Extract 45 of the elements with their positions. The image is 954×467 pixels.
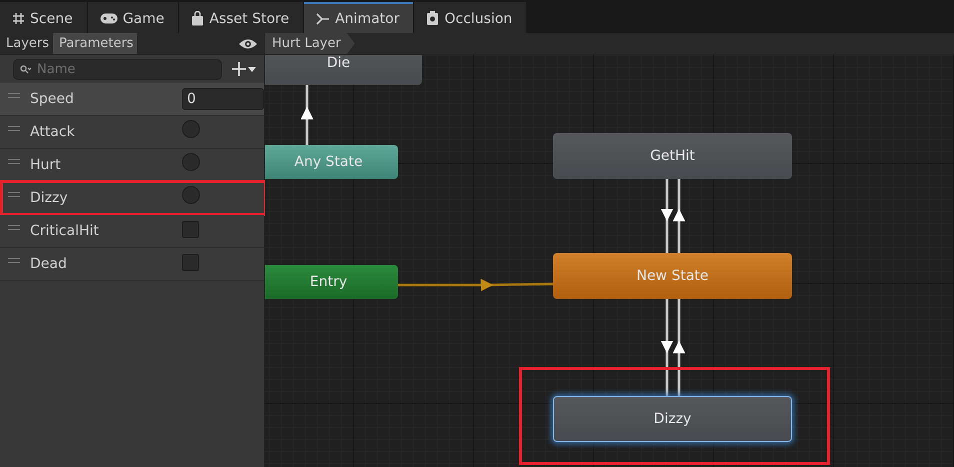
state-node[interactable]: Die bbox=[265, 55, 422, 85]
editor-tab[interactable]: Animator bbox=[304, 2, 414, 33]
parameter-name: Speed bbox=[30, 91, 75, 107]
value-field[interactable]: 0 bbox=[182, 88, 264, 110]
drag-handle-icon[interactable] bbox=[8, 192, 20, 196]
trigger-toggle[interactable] bbox=[182, 153, 200, 171]
drag-handle-icon[interactable] bbox=[8, 224, 20, 230]
parameter-name: Attack bbox=[30, 124, 76, 140]
plus-icon bbox=[232, 62, 246, 76]
add-button[interactable] bbox=[232, 62, 256, 76]
search-icon bbox=[20, 64, 31, 74]
parameter-row[interactable]: CriticalHit bbox=[0, 215, 264, 248]
grid-icon bbox=[12, 12, 25, 25]
parameter-name: Dead bbox=[30, 256, 68, 272]
parameter-row[interactable]: Speed 0 bbox=[0, 83, 264, 116]
trigger-toggle[interactable] bbox=[182, 186, 200, 204]
editor-tab[interactable]: Game bbox=[88, 2, 178, 33]
state-node[interactable]: Entry bbox=[265, 265, 398, 299]
drag-handle-icon[interactable] bbox=[8, 126, 20, 130]
checkbox[interactable] bbox=[182, 254, 199, 270]
parameter-name: Dizzy bbox=[30, 190, 69, 206]
drag-handle-icon[interactable] bbox=[8, 258, 20, 262]
checkbox[interactable] bbox=[182, 220, 199, 238]
parameter-name: Hurt bbox=[30, 157, 62, 173]
gamepad-icon bbox=[100, 13, 118, 24]
occlusion-icon bbox=[426, 10, 440, 26]
transition-arrow[interactable] bbox=[301, 84, 314, 146]
caret-icon bbox=[248, 66, 256, 72]
drag-handle-icon[interactable] bbox=[8, 158, 20, 164]
trigger-toggle[interactable] bbox=[182, 120, 200, 138]
search-input[interactable]: Name bbox=[35, 60, 189, 78]
drag-handle-icon[interactable] bbox=[8, 92, 20, 98]
state-node[interactable]: Dizzy bbox=[553, 396, 792, 442]
panel-tab[interactable]: Parameters bbox=[53, 33, 138, 54]
state-node[interactable]: GetHit bbox=[553, 133, 792, 179]
eye-icon[interactable] bbox=[238, 38, 258, 50]
editor-tab[interactable]: Asset Store bbox=[179, 2, 304, 33]
panel-tab[interactable]: Layers bbox=[0, 33, 54, 54]
editor-tab[interactable]: Occlusion bbox=[414, 2, 526, 33]
breadcrumb[interactable]: Hurt Layer bbox=[265, 33, 355, 54]
parameter-name: CriticalHit bbox=[30, 223, 100, 239]
parameter-row[interactable]: Dizzy bbox=[0, 182, 264, 215]
editor-tab[interactable]: Scene bbox=[0, 2, 87, 33]
search-field[interactable]: Name bbox=[13, 58, 222, 80]
branch-icon bbox=[316, 12, 330, 24]
